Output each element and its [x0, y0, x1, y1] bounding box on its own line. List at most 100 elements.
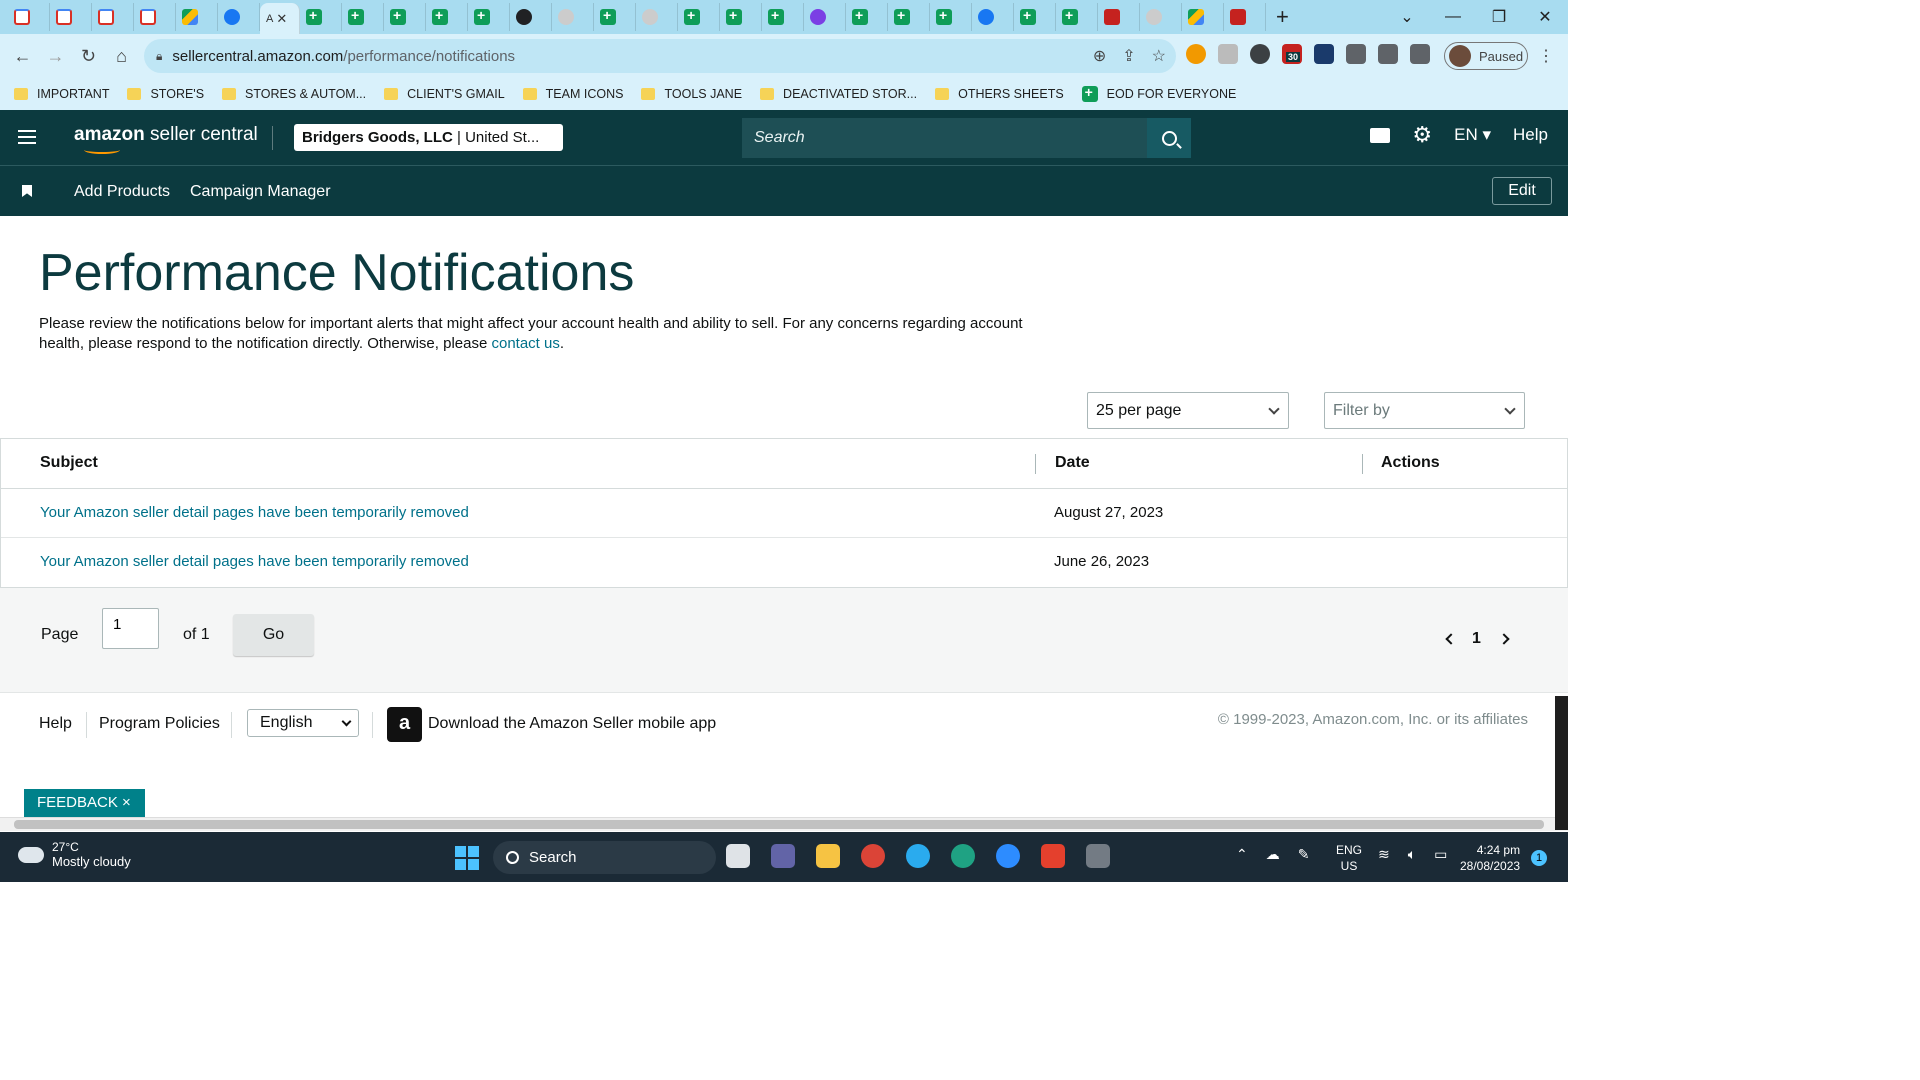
page-number-input[interactable] [102, 608, 159, 649]
task-view-icon[interactable] [726, 844, 750, 868]
search-button[interactable] [1147, 118, 1191, 158]
scrollbar-thumb[interactable] [14, 820, 1544, 829]
tab-seller-central[interactable]: A ✕ [260, 3, 300, 34]
tab-generic[interactable] [1014, 3, 1056, 31]
input-language[interactable]: ENG US [1336, 842, 1362, 874]
close-icon[interactable]: ✕ [276, 11, 287, 27]
onedrive-icon[interactable]: ☁ [1266, 846, 1280, 863]
mail-icon[interactable] [1370, 127, 1391, 143]
tab-sheets[interactable] [384, 3, 426, 31]
extension-icon[interactable] [1218, 44, 1238, 64]
nav-add-products[interactable]: Add Products [74, 183, 170, 201]
profile-button[interactable]: Paused [1444, 42, 1528, 70]
extension-icon[interactable]: 30 [1282, 44, 1302, 64]
per-page-select[interactable]: 25 per page [1087, 392, 1289, 429]
puzzle-icon[interactable] [1346, 44, 1366, 64]
star-icon[interactable]: ☆ [1152, 46, 1166, 66]
amazon-app-icon[interactable]: a [387, 707, 422, 742]
more-menu-icon[interactable]: ⋮ [1538, 46, 1554, 66]
chevron-up-icon[interactable]: ⌃ [1236, 846, 1248, 863]
tab-drive[interactable] [176, 3, 218, 31]
restore-button[interactable]: ❐ [1476, 7, 1522, 27]
bookmark-link[interactable]: EOD FOR EVERYONE [1081, 84, 1236, 102]
tab-generic[interactable] [636, 3, 678, 31]
horizontal-scrollbar[interactable] [0, 817, 1568, 831]
tab-gmail[interactable] [8, 3, 50, 31]
tab-sheets[interactable] [720, 3, 762, 31]
chevron-right-icon[interactable] [1498, 633, 1510, 645]
download-icon[interactable] [1378, 44, 1398, 64]
close-window-button[interactable]: ✕ [1522, 7, 1568, 27]
bookmark-folder[interactable]: TOOLS JANE [641, 87, 742, 101]
wps-icon[interactable] [1041, 844, 1065, 868]
notification-subject-link[interactable]: Your Amazon seller detail pages have bee… [40, 553, 469, 570]
program-policies-link[interactable]: Program Policies [99, 715, 220, 733]
tab-gmail[interactable] [134, 3, 176, 31]
address-bar[interactable]: 🔒︎ sellercentral.amazon.com/performance/… [144, 39, 1176, 73]
current-page[interactable]: 1 [1472, 630, 1481, 648]
pen-icon[interactable]: ✎ [1298, 846, 1310, 863]
vertical-scrollbar[interactable] [1555, 696, 1568, 830]
tab-gmail[interactable] [92, 3, 134, 31]
taskbar-search[interactable]: Search [493, 841, 716, 874]
bookmark-folder[interactable]: TEAM ICONS [522, 87, 623, 101]
search-input[interactable] [742, 118, 1147, 158]
reload-button[interactable]: ↻ [72, 46, 105, 67]
language-selector[interactable]: EN ▾ [1454, 125, 1491, 145]
tab-generic[interactable] [1224, 3, 1266, 31]
bookmark-folder[interactable]: STORE'S [127, 87, 204, 101]
minimize-button[interactable]: — [1430, 8, 1476, 26]
bookmark-folder[interactable]: IMPORTANT [14, 87, 109, 101]
edge-icon[interactable] [951, 844, 975, 868]
tab-gmail[interactable] [50, 3, 92, 31]
tab-generic[interactable] [972, 3, 1014, 31]
feedback-button[interactable]: FEEDBACK × [24, 789, 145, 817]
hamburger-menu-icon[interactable] [18, 130, 36, 144]
tab-generic[interactable] [1182, 3, 1224, 31]
extension-icon[interactable] [1314, 44, 1334, 64]
bookmark-folder[interactable]: DEACTIVATED STOR... [760, 87, 917, 101]
chevron-down-icon[interactable]: ⌄ [1384, 7, 1430, 27]
column-date[interactable]: Date [1055, 454, 1090, 472]
weather-widget[interactable]: 27°C Mostly cloudy [18, 840, 131, 869]
bookmark-folder[interactable]: STORES & AUTOM... [222, 87, 366, 101]
notification-badge[interactable]: 1 [1531, 850, 1547, 866]
chrome-icon[interactable] [861, 844, 885, 868]
tab-threads[interactable] [510, 3, 552, 31]
contact-us-link[interactable]: contact us [491, 335, 559, 352]
gear-icon[interactable]: ⚙ [1412, 124, 1432, 146]
tab-sheets[interactable] [846, 3, 888, 31]
tab-sheets[interactable] [468, 3, 510, 31]
tab-sheets[interactable] [300, 3, 342, 31]
store-selector[interactable]: Bridgers Goods, LLC | United St... [294, 124, 563, 151]
tab-sheets[interactable] [930, 3, 972, 31]
notification-subject-link[interactable]: Your Amazon seller detail pages have bee… [40, 504, 469, 521]
tab-sheets[interactable] [342, 3, 384, 31]
zoom-icon[interactable]: ⊕ [1093, 46, 1106, 66]
telegram-icon[interactable] [906, 844, 930, 868]
tab-sheets[interactable] [762, 3, 804, 31]
tab-sheets[interactable] [678, 3, 720, 31]
windows-start-icon[interactable] [455, 846, 479, 870]
zoom-icon[interactable] [996, 844, 1020, 868]
clock[interactable]: 4:24 pm 28/08/2023 [1460, 842, 1520, 874]
edit-button[interactable]: Edit [1492, 177, 1552, 205]
sidepanel-icon[interactable] [1410, 44, 1430, 64]
extension-icon[interactable] [1250, 44, 1270, 64]
help-link[interactable]: Help [1513, 125, 1548, 145]
footer-language-select[interactable]: English [247, 709, 359, 737]
tab-sheets[interactable] [1056, 3, 1098, 31]
tab-generic[interactable] [1140, 3, 1182, 31]
tab-messenger[interactable] [804, 3, 846, 31]
bookmark-folder[interactable]: CLIENT'S GMAIL [384, 87, 505, 101]
volume-icon[interactable]: 🔈︎ [1408, 846, 1416, 863]
tab-facebook[interactable] [218, 3, 260, 31]
lock-icon[interactable]: 🔒︎ [156, 49, 162, 64]
share-icon[interactable]: ⇪ [1122, 46, 1135, 66]
filter-select[interactable]: Filter by [1324, 392, 1525, 429]
column-subject[interactable]: Subject [40, 454, 98, 472]
download-app-link[interactable]: Download the Amazon Seller mobile app [428, 715, 716, 733]
nav-campaign-manager[interactable]: Campaign Manager [190, 183, 331, 201]
bookmark-icon[interactable] [22, 185, 32, 197]
tab-generic[interactable] [552, 3, 594, 31]
